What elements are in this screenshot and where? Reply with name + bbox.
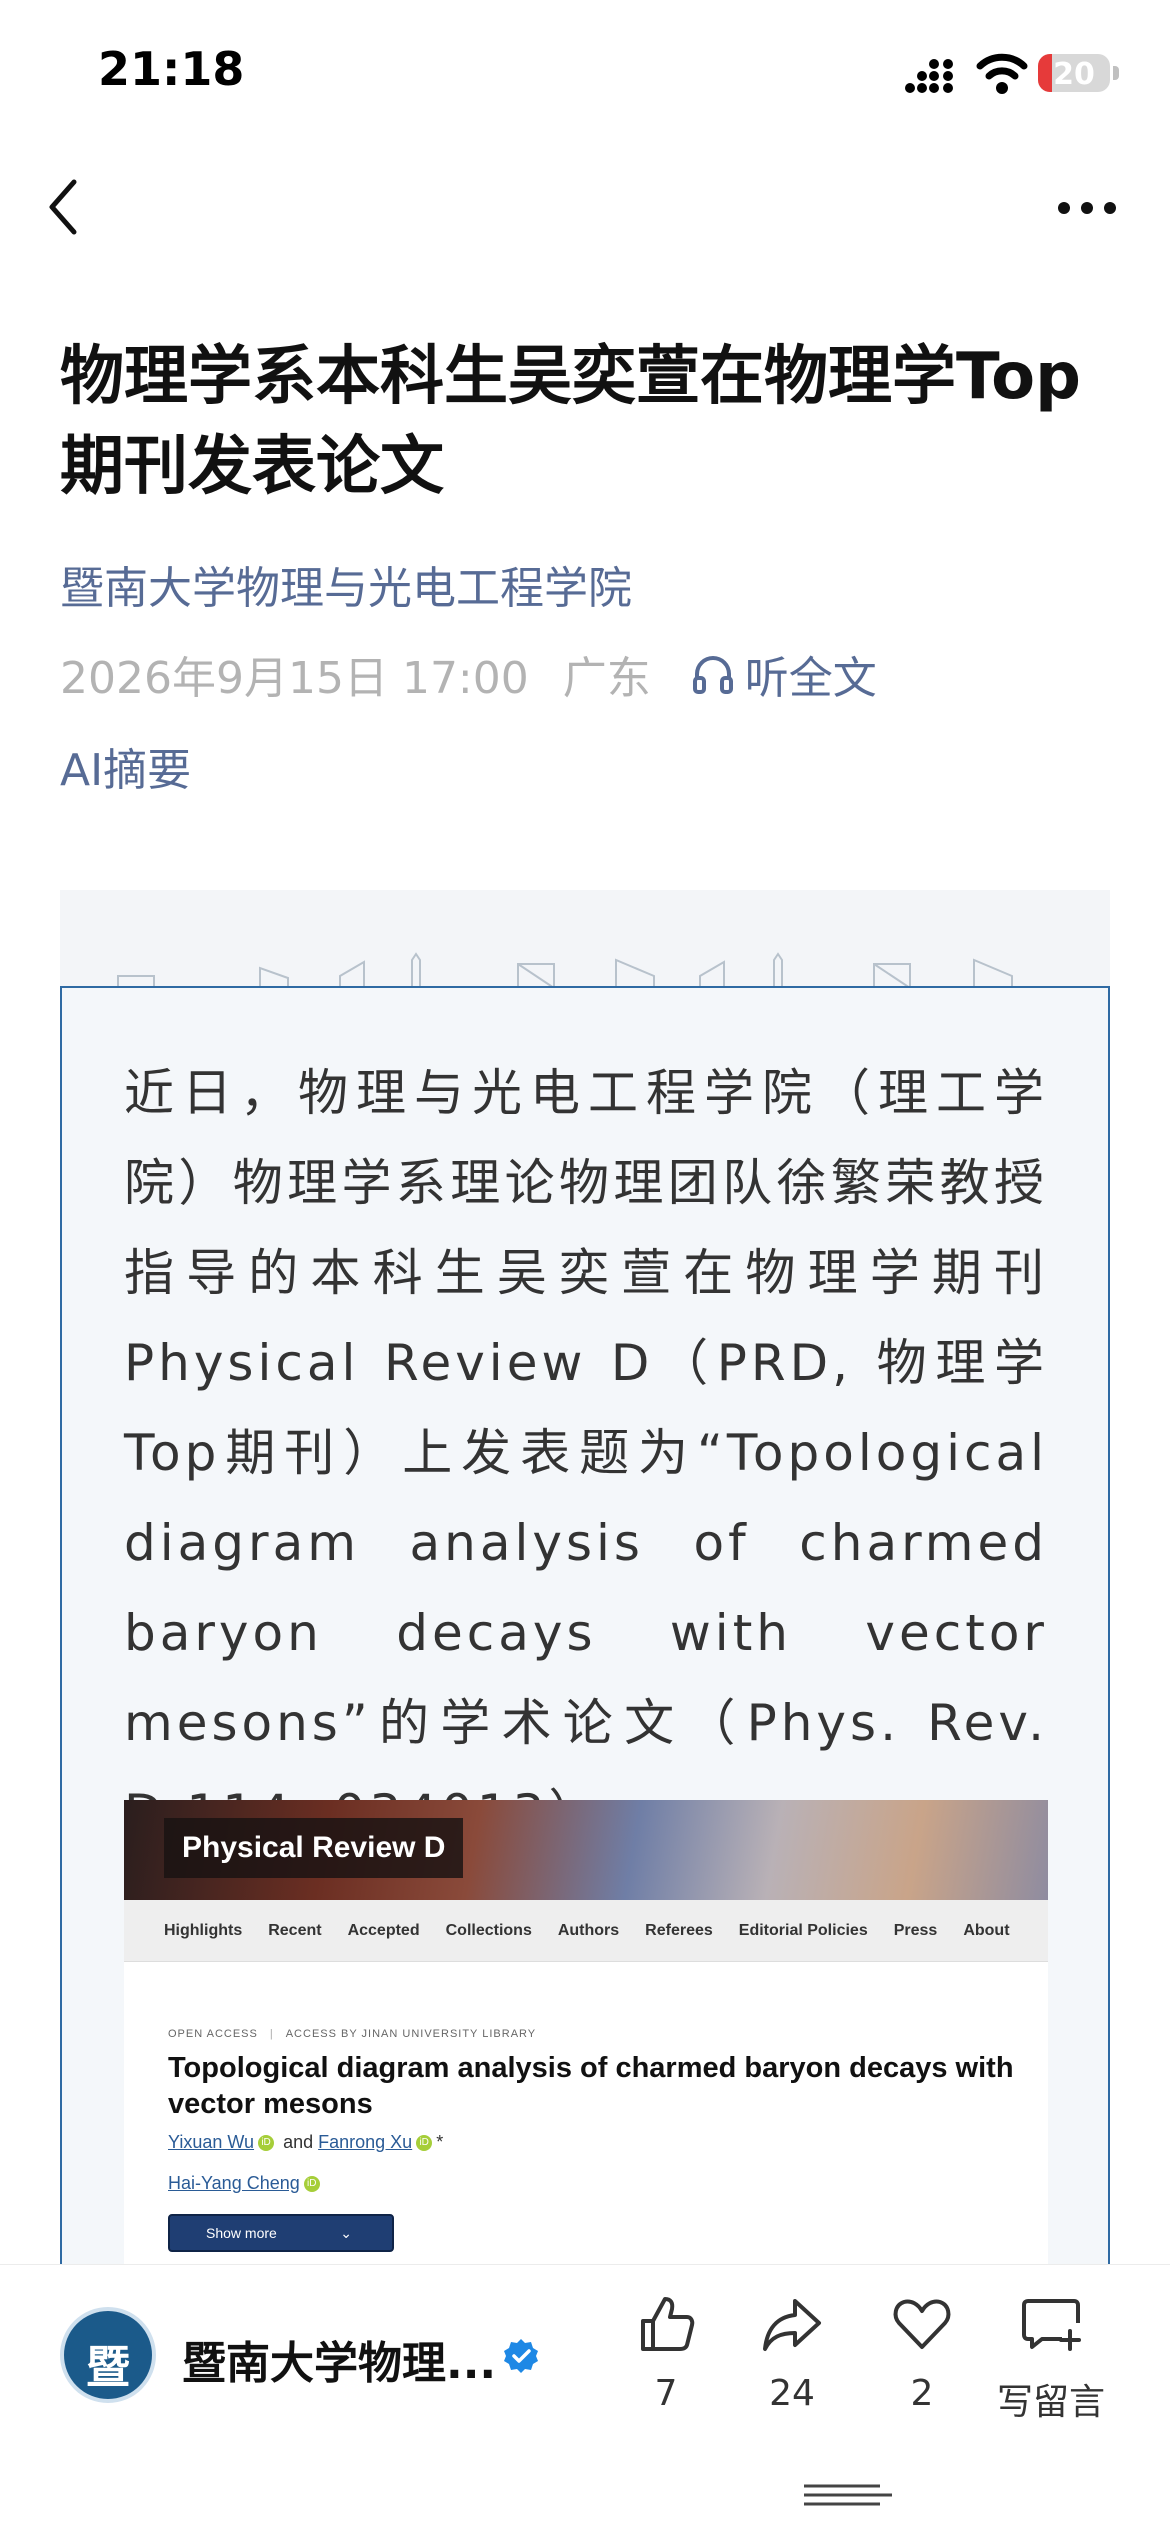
journal-nav-item: Editorial Policies [738,1921,868,1939]
favorite-button[interactable]: 2 [862,2293,982,2414]
comment-add-icon [1022,2299,1081,2351]
verified-badge-icon [504,2339,538,2373]
comment-button[interactable]: 写留言 [991,2293,1111,2425]
show-more-button: Show more ⌄ [168,2214,394,2252]
article-content-card: 近日，物理与光电工程学院（理工学院）物理学系理论物理团队徐繁荣教授指导的本科生吴… [60,986,1110,2288]
more-icon[interactable] [1056,200,1118,216]
avatar-logo-char: 暨 [86,2342,130,2393]
author-conjunction: and [283,2132,314,2152]
orcid-icon: iD [303,2176,320,2193]
account-name[interactable]: 暨南大学物理... [182,2327,496,2391]
cellular-signal-icon [905,59,953,93]
library-access-label: ACCESS BY JINAN UNIVERSITY LIBRARY [285,2028,537,2040]
avatar[interactable]: 暨 [60,2307,156,2403]
author-link: Yixuan Wu [168,2132,255,2152]
like-count: 7 [654,2373,678,2414]
battery-level: 20 [1053,57,1095,92]
wifi-icon [976,53,1028,94]
share-arrow-icon [763,2299,821,2351]
comment-label: 写留言 [996,2382,1105,2423]
open-access-label: OPEN ACCESS [168,2028,258,2040]
access-labels: OPEN ACCESS | ACCESS BY JINAN UNIVERSITY L… [168,2028,537,2040]
favorite-count: 2 [910,2373,934,2414]
listen-button[interactable]: 听全文 [691,642,877,706]
heart-icon [893,2299,951,2349]
listen-label: 听全文 [744,653,877,704]
journal-nav-item: About [963,1921,1010,1939]
journal-screenshot-image[interactable]: Physical Review D Highlights Recent Acce… [124,1800,1048,2288]
building-outline-decoration [117,952,1013,988]
paper-authors: Yixuan Wu iD and Fanrong Xu iD * [168,2132,443,2153]
author-link: Fanrong Xu [318,2132,413,2152]
journal-name: Physical Review D [164,1818,464,1878]
status-time: 21:18 [98,42,245,96]
author-link: Hai-Yang Cheng [168,2173,300,2193]
journal-nav-item: Press [893,1921,938,1939]
share-button[interactable]: 24 [732,2293,852,2414]
ai-summary-button[interactable]: AI摘要 [60,734,191,798]
journal-nav-item: Authors [557,1921,620,1939]
text-size-handle-icon[interactable] [800,2480,900,2510]
show-more-label: Show more [206,2225,277,2241]
publish-region: 广东 [562,653,651,704]
paper-title: Topological diagram analysis of charmed … [168,2052,1014,2120]
journal-nav-item: Recent [268,1921,322,1939]
account-link[interactable]: 暨南大学物理与光电工程学院 [60,552,632,616]
battery-cap [1113,66,1119,80]
corresponding-mark: * [436,2132,444,2152]
headphones-icon [692,656,733,694]
journal-banner: Physical Review D [124,1800,1048,1900]
status-bar: 21:18 20 [0,0,1170,150]
back-icon[interactable] [44,176,84,238]
journal-nav-item: Accepted [347,1921,420,1939]
like-button[interactable]: 7 [606,2293,726,2414]
article-meta: 2026年9月15日 17:00 广东 听全文 [60,642,877,706]
share-count: 24 [769,2373,815,2414]
orcid-icon: iD [416,2135,433,2152]
journal-nav-item: Collections [445,1921,532,1939]
bottom-action-bar: 暨 暨南大学物理... 7 24 2 写留言 [0,2264,1170,2533]
journal-nav: Highlights Recent Accepted Collections A… [124,1900,1048,1962]
battery-icon: 20 [1038,54,1110,92]
chevron-down-icon: ⌄ [340,2225,352,2241]
thumbs-up-icon [641,2297,695,2351]
article-title: 物理学系本科生吴奕萱在物理学Top期刊发表论文 [60,340,1081,504]
journal-nav-item: Referees [645,1921,713,1939]
article-paragraph: 近日，物理与光电工程学院（理工学院）物理学系理论物理团队徐繁荣教授指导的本科生吴… [124,1064,1048,1842]
orcid-icon: iD [258,2135,275,2152]
decorative-header-strip [60,890,1110,988]
journal-nav-item: Highlights [164,1921,243,1939]
publish-date: 2026年9月15日 17:00 [60,653,529,704]
paper-authors: Hai-Yang Cheng iD [168,2173,324,2194]
